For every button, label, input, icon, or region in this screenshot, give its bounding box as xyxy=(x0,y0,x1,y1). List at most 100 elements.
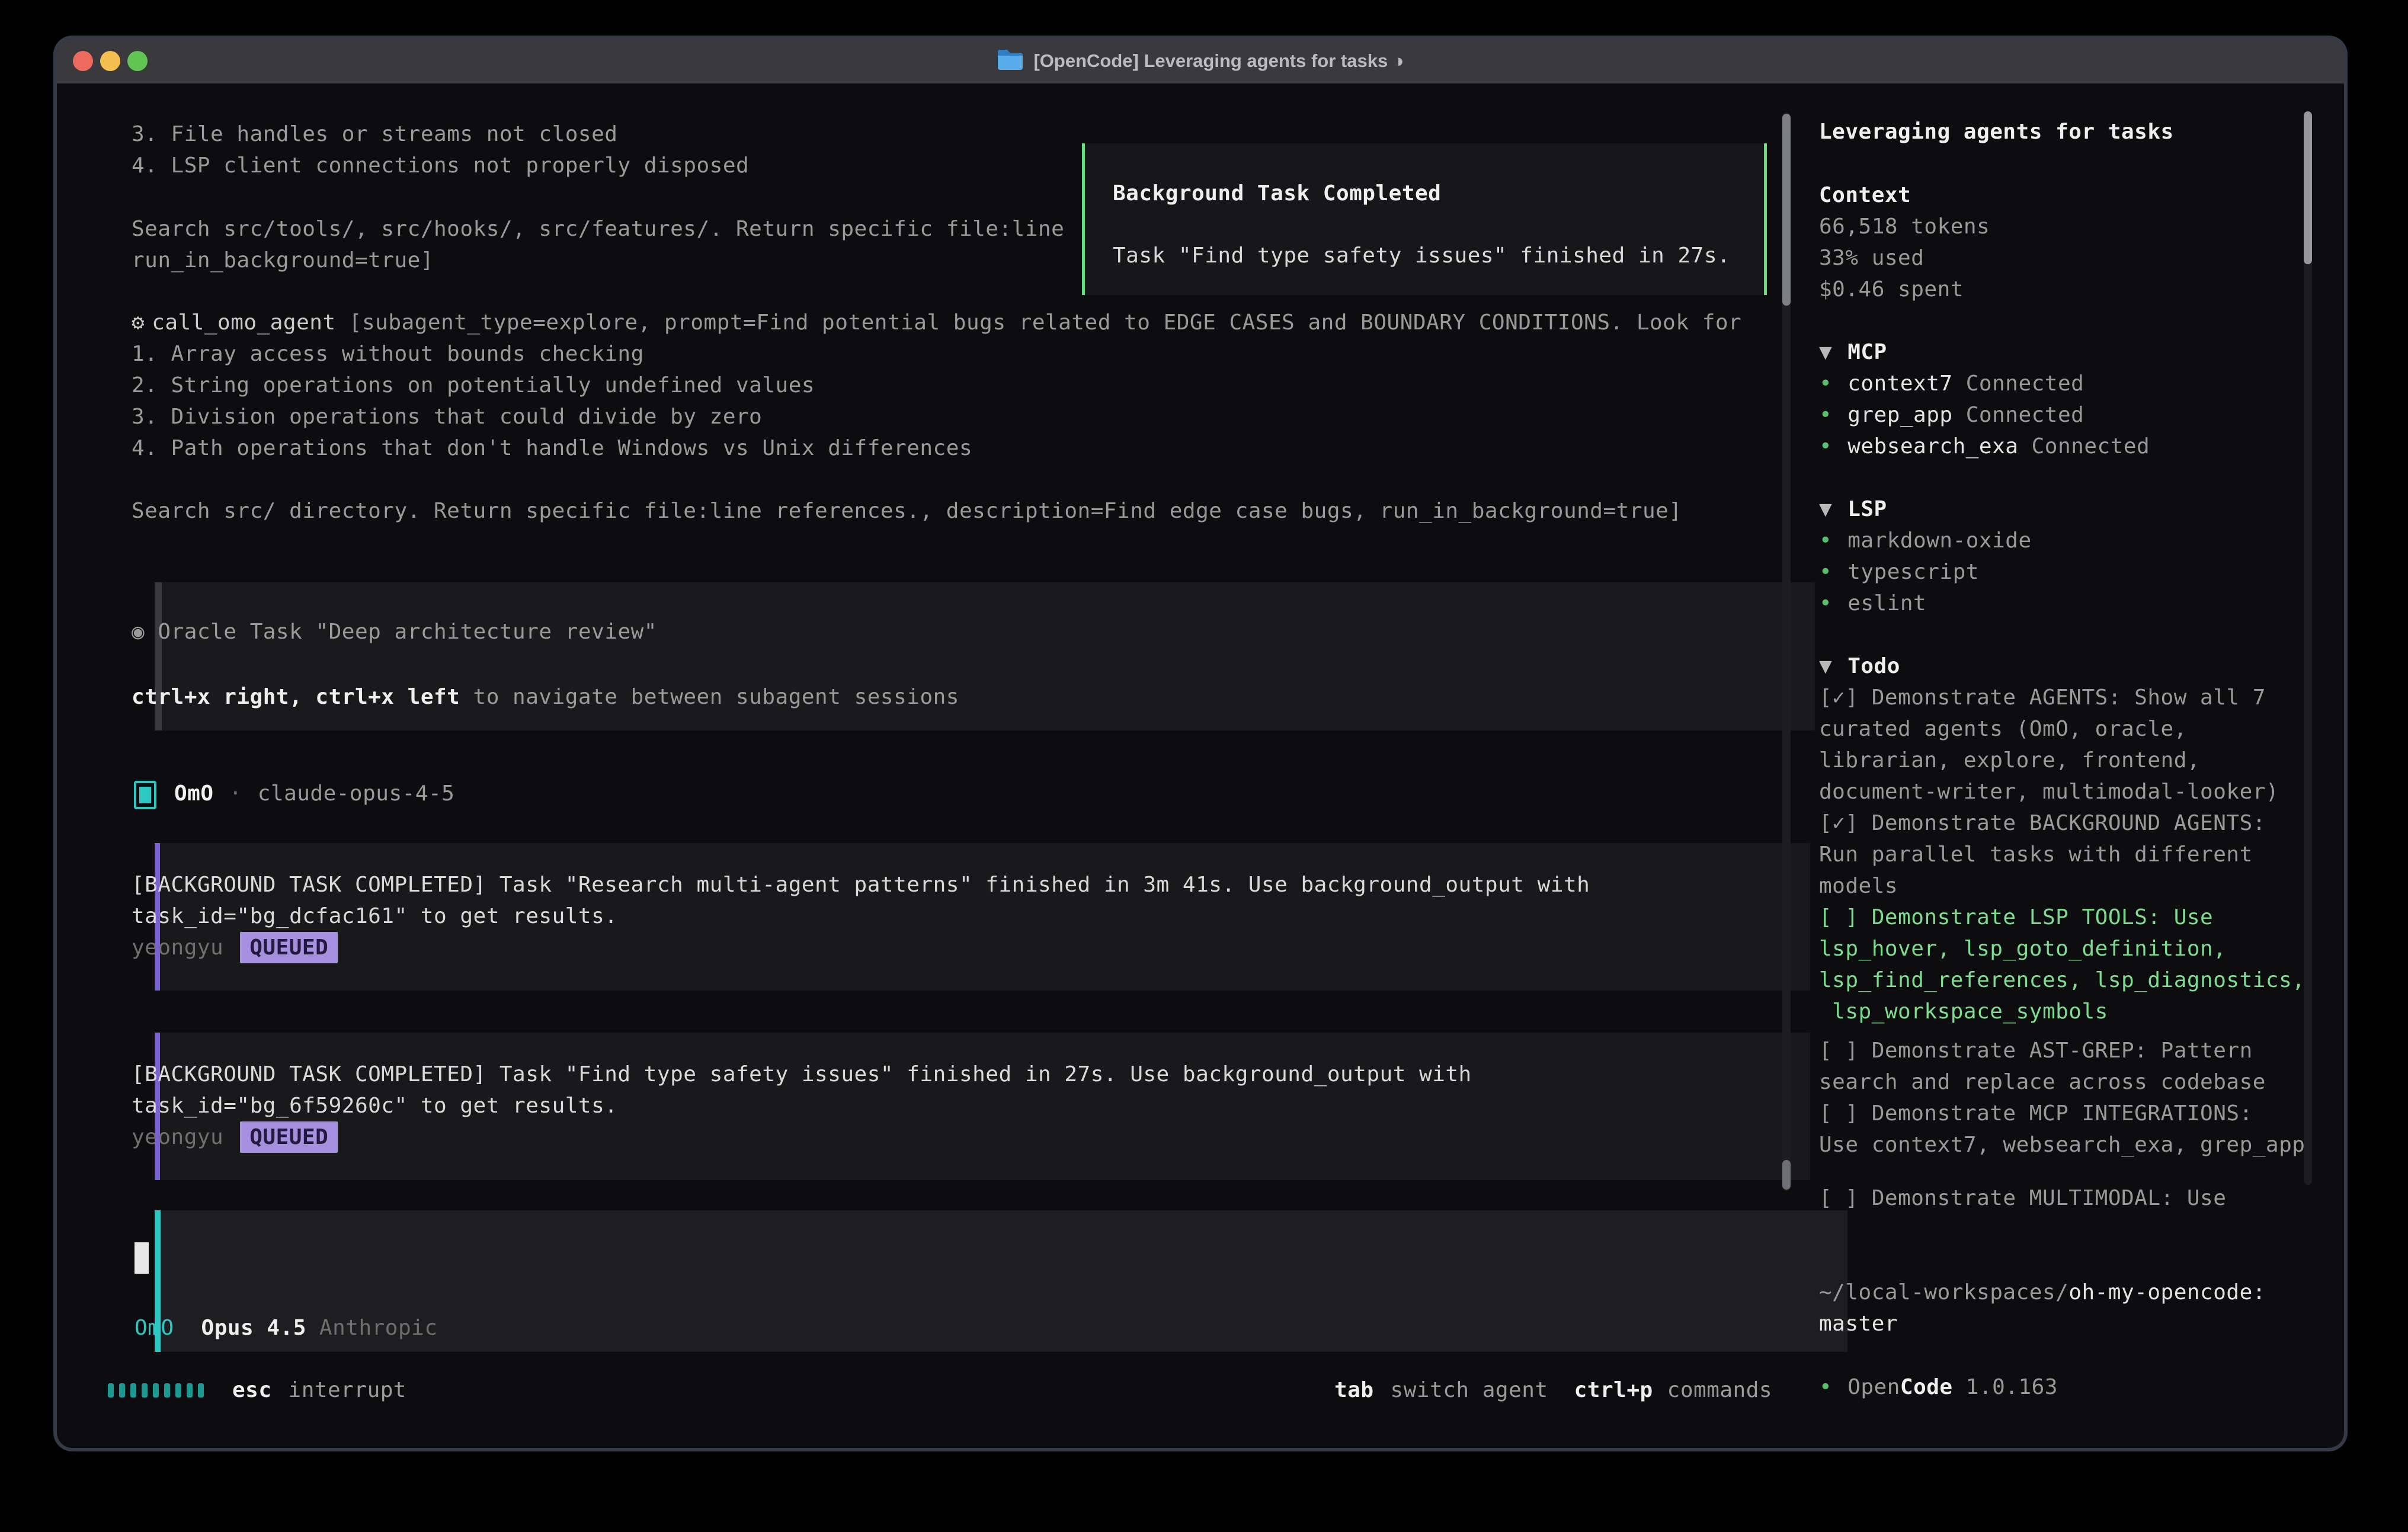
todo-line: [ ] Demonstrate AST-GREP: Pattern xyxy=(1819,1035,2253,1066)
agent-model: claude-opus-4-5 xyxy=(258,778,455,809)
bullet-icon: • xyxy=(1819,560,1832,584)
todo-line: Use context7, websearch_exa, grep_app xyxy=(1819,1129,2305,1161)
session-title: Leveraging agents for tasks xyxy=(1819,116,2174,148)
todo-line: document-writer, multimodal-looker) xyxy=(1819,776,2279,807)
notification-body: Task "Find type safety issues" finished … xyxy=(1113,240,1730,271)
esc-key-label: interrupt xyxy=(289,1374,407,1406)
status-badge: QUEUED xyxy=(240,932,338,963)
notification-title: Background Task Completed xyxy=(1113,178,1441,209)
tool-call-line: ⚙call_omo_agent [subagent_type=explore, … xyxy=(132,307,1734,338)
todo-line-active: lsp_find_references, lsp_diagnostics, xyxy=(1819,964,2305,996)
separator-dot: · xyxy=(229,778,242,809)
app-name-dim: Open xyxy=(1847,1375,1900,1399)
workspace-branch: master xyxy=(1819,1308,1898,1339)
esc-key-hint: esc xyxy=(232,1374,272,1406)
spinner-dots-icon xyxy=(108,1383,204,1398)
window-title: [OpenCode] Leveraging agents for tasks ◑ xyxy=(1033,50,1404,72)
agent-name: OmO xyxy=(174,778,214,809)
task-result-meta: yeongyu QUEUED xyxy=(132,932,338,963)
task-result-line: task_id="bg_6f59260c" to get results. xyxy=(132,1090,617,1121)
tool-call-tail: Search src/ directory. Return specific f… xyxy=(132,495,1682,527)
version-row: • OpenCode 1.0.163 xyxy=(1819,1371,2058,1403)
scrollback-line: 3. File handles or streams not closed xyxy=(132,118,617,150)
gear-icon: ⚙ xyxy=(132,310,145,335)
sidebar-scrollbar-thumb[interactable] xyxy=(2304,111,2312,264)
scrollback-line: run_in_background=true] xyxy=(132,245,434,276)
provider-name: Anthropic xyxy=(319,1312,438,1344)
tab-key-hint: tab xyxy=(1334,1374,1374,1406)
lsp-section-header[interactable]: ▼LSP xyxy=(1819,493,1887,525)
username: yeongyu xyxy=(132,1125,223,1149)
tool-call-item: 4. Path operations that don't handle Win… xyxy=(132,432,972,464)
active-agent-label: OmO xyxy=(135,1312,174,1344)
tool-call-args: [subagent_type=explore, prompt=Find pote… xyxy=(336,310,1742,335)
terminal-window: [OpenCode] Leveraging agents for tasks ◑… xyxy=(57,39,2344,1448)
workspace-path: ~/local-workspaces/oh-my-opencode: xyxy=(1819,1277,2266,1308)
bullet-icon: • xyxy=(1819,403,1832,427)
bullet-icon: • xyxy=(1819,591,1832,616)
chevron-down-icon: ▼ xyxy=(1819,654,1832,678)
scrollback-line: 4. LSP client connections not properly d… xyxy=(132,150,749,181)
title-bar: [OpenCode] Leveraging agents for tasks ◑ xyxy=(57,39,2344,84)
lsp-item: •markdown-oxide xyxy=(1819,525,2032,556)
tab-key-label: switch agent xyxy=(1391,1374,1548,1406)
main-scrollbar-thumb[interactable] xyxy=(1782,114,1791,306)
task-result-meta: yeongyu QUEUED xyxy=(132,1121,338,1153)
tool-call-name: call_omo_agent xyxy=(152,310,335,335)
agent-square-icon xyxy=(134,781,156,809)
keyboard-shortcut: ctrl+x right, ctrl+x left xyxy=(132,685,460,709)
lsp-item: •typescript xyxy=(1819,556,1979,588)
context-used: 33% used xyxy=(1819,242,1924,274)
mcp-item: •websearch_exa Connected xyxy=(1819,431,2150,462)
main-scrollbar-thumb-bottom[interactable] xyxy=(1782,1160,1791,1190)
folder-icon xyxy=(997,49,1024,73)
mcp-item: •grep_app Connected xyxy=(1819,399,2084,431)
window-title-area: [OpenCode] Leveraging agents for tasks ◑ xyxy=(57,39,2344,83)
tool-call-item: 3. Division operations that could divide… xyxy=(132,401,762,432)
todo-line: [✓] Demonstrate BACKGROUND AGENTS: xyxy=(1819,807,2266,839)
context-tokens: 66,518 tokens xyxy=(1819,211,1990,242)
todo-line-active: lsp_hover, lsp_goto_definition, xyxy=(1819,933,2226,964)
bullet-icon: • xyxy=(1819,528,1832,553)
todo-line: search and replace across codebase xyxy=(1819,1066,2266,1098)
todo-line-active: lsp_workspace_symbols xyxy=(1819,996,2108,1027)
text-cursor xyxy=(135,1242,149,1274)
context-spent: $0.46 spent xyxy=(1819,274,1964,305)
sidebar-scrollbar-track xyxy=(2304,111,2312,1185)
chevron-down-icon: ▼ xyxy=(1819,340,1832,364)
todo-line: [✓] Demonstrate AGENTS: Show all 7 xyxy=(1819,682,2266,713)
oracle-task-title: ◉ Oracle Task "Deep architecture review" xyxy=(132,616,657,648)
mcp-item: •context7 Connected xyxy=(1819,368,2084,399)
task-result-line: [BACKGROUND TASK COMPLETED] Task "Resear… xyxy=(132,869,1590,900)
lsp-item: •eslint xyxy=(1819,588,1926,619)
task-result-line: [BACKGROUND TASK COMPLETED] Task "Find t… xyxy=(132,1059,1472,1090)
username: yeongyu xyxy=(132,935,223,960)
app-name-bold: Code xyxy=(1900,1375,1953,1399)
todo-line: curated agents (OmO, oracle, xyxy=(1819,713,2187,745)
app-version: 1.0.163 xyxy=(1953,1375,2058,1399)
mcp-section-header[interactable]: ▼MCP xyxy=(1819,336,1887,368)
ctrlp-key-label: commands xyxy=(1667,1374,1772,1406)
todo-section-header[interactable]: ▼Todo xyxy=(1819,650,1900,682)
chevron-down-icon: ▼ xyxy=(1819,497,1832,521)
statusbar-right: tab switch agent ctrl+p commands xyxy=(1334,1374,1772,1406)
todo-line: librarian, explore, frontend, xyxy=(1819,745,2200,776)
ctrlp-key-hint: ctrl+p xyxy=(1574,1374,1653,1406)
todo-line: [ ] Demonstrate MCP INTEGRATIONS: xyxy=(1819,1098,2253,1129)
bullet-icon: • xyxy=(1819,371,1832,396)
background-task-notification xyxy=(1082,143,1767,295)
agent-header: OmO · claude-opus-4-5 xyxy=(134,778,454,809)
context-heading: Context xyxy=(1819,180,1911,211)
model-selector-row[interactable]: OmO Opus 4.5 Anthropic xyxy=(135,1312,438,1344)
status-badge: QUEUED xyxy=(240,1121,338,1153)
bullet-icon: • xyxy=(1819,434,1832,459)
scrollback-line: Search src/tools/, src/hooks/, src/featu… xyxy=(132,213,1064,245)
desktop: { "window": { "title": "[OpenCode] Lever… xyxy=(0,0,2408,1532)
oracle-task-hint: ctrl+x right, ctrl+x left to navigate be… xyxy=(132,681,959,713)
statusbar-left: esc interrupt xyxy=(108,1374,406,1406)
todo-line-active: [ ] Demonstrate LSP TOOLS: Use xyxy=(1819,902,2213,933)
todo-line: [ ] Demonstrate MULTIMODAL: Use xyxy=(1819,1182,2226,1214)
oracle-icon: ◉ xyxy=(132,620,145,644)
tool-call-item: 1. Array access without bounds checking xyxy=(132,338,644,370)
bullet-icon: • xyxy=(1819,1375,1832,1399)
